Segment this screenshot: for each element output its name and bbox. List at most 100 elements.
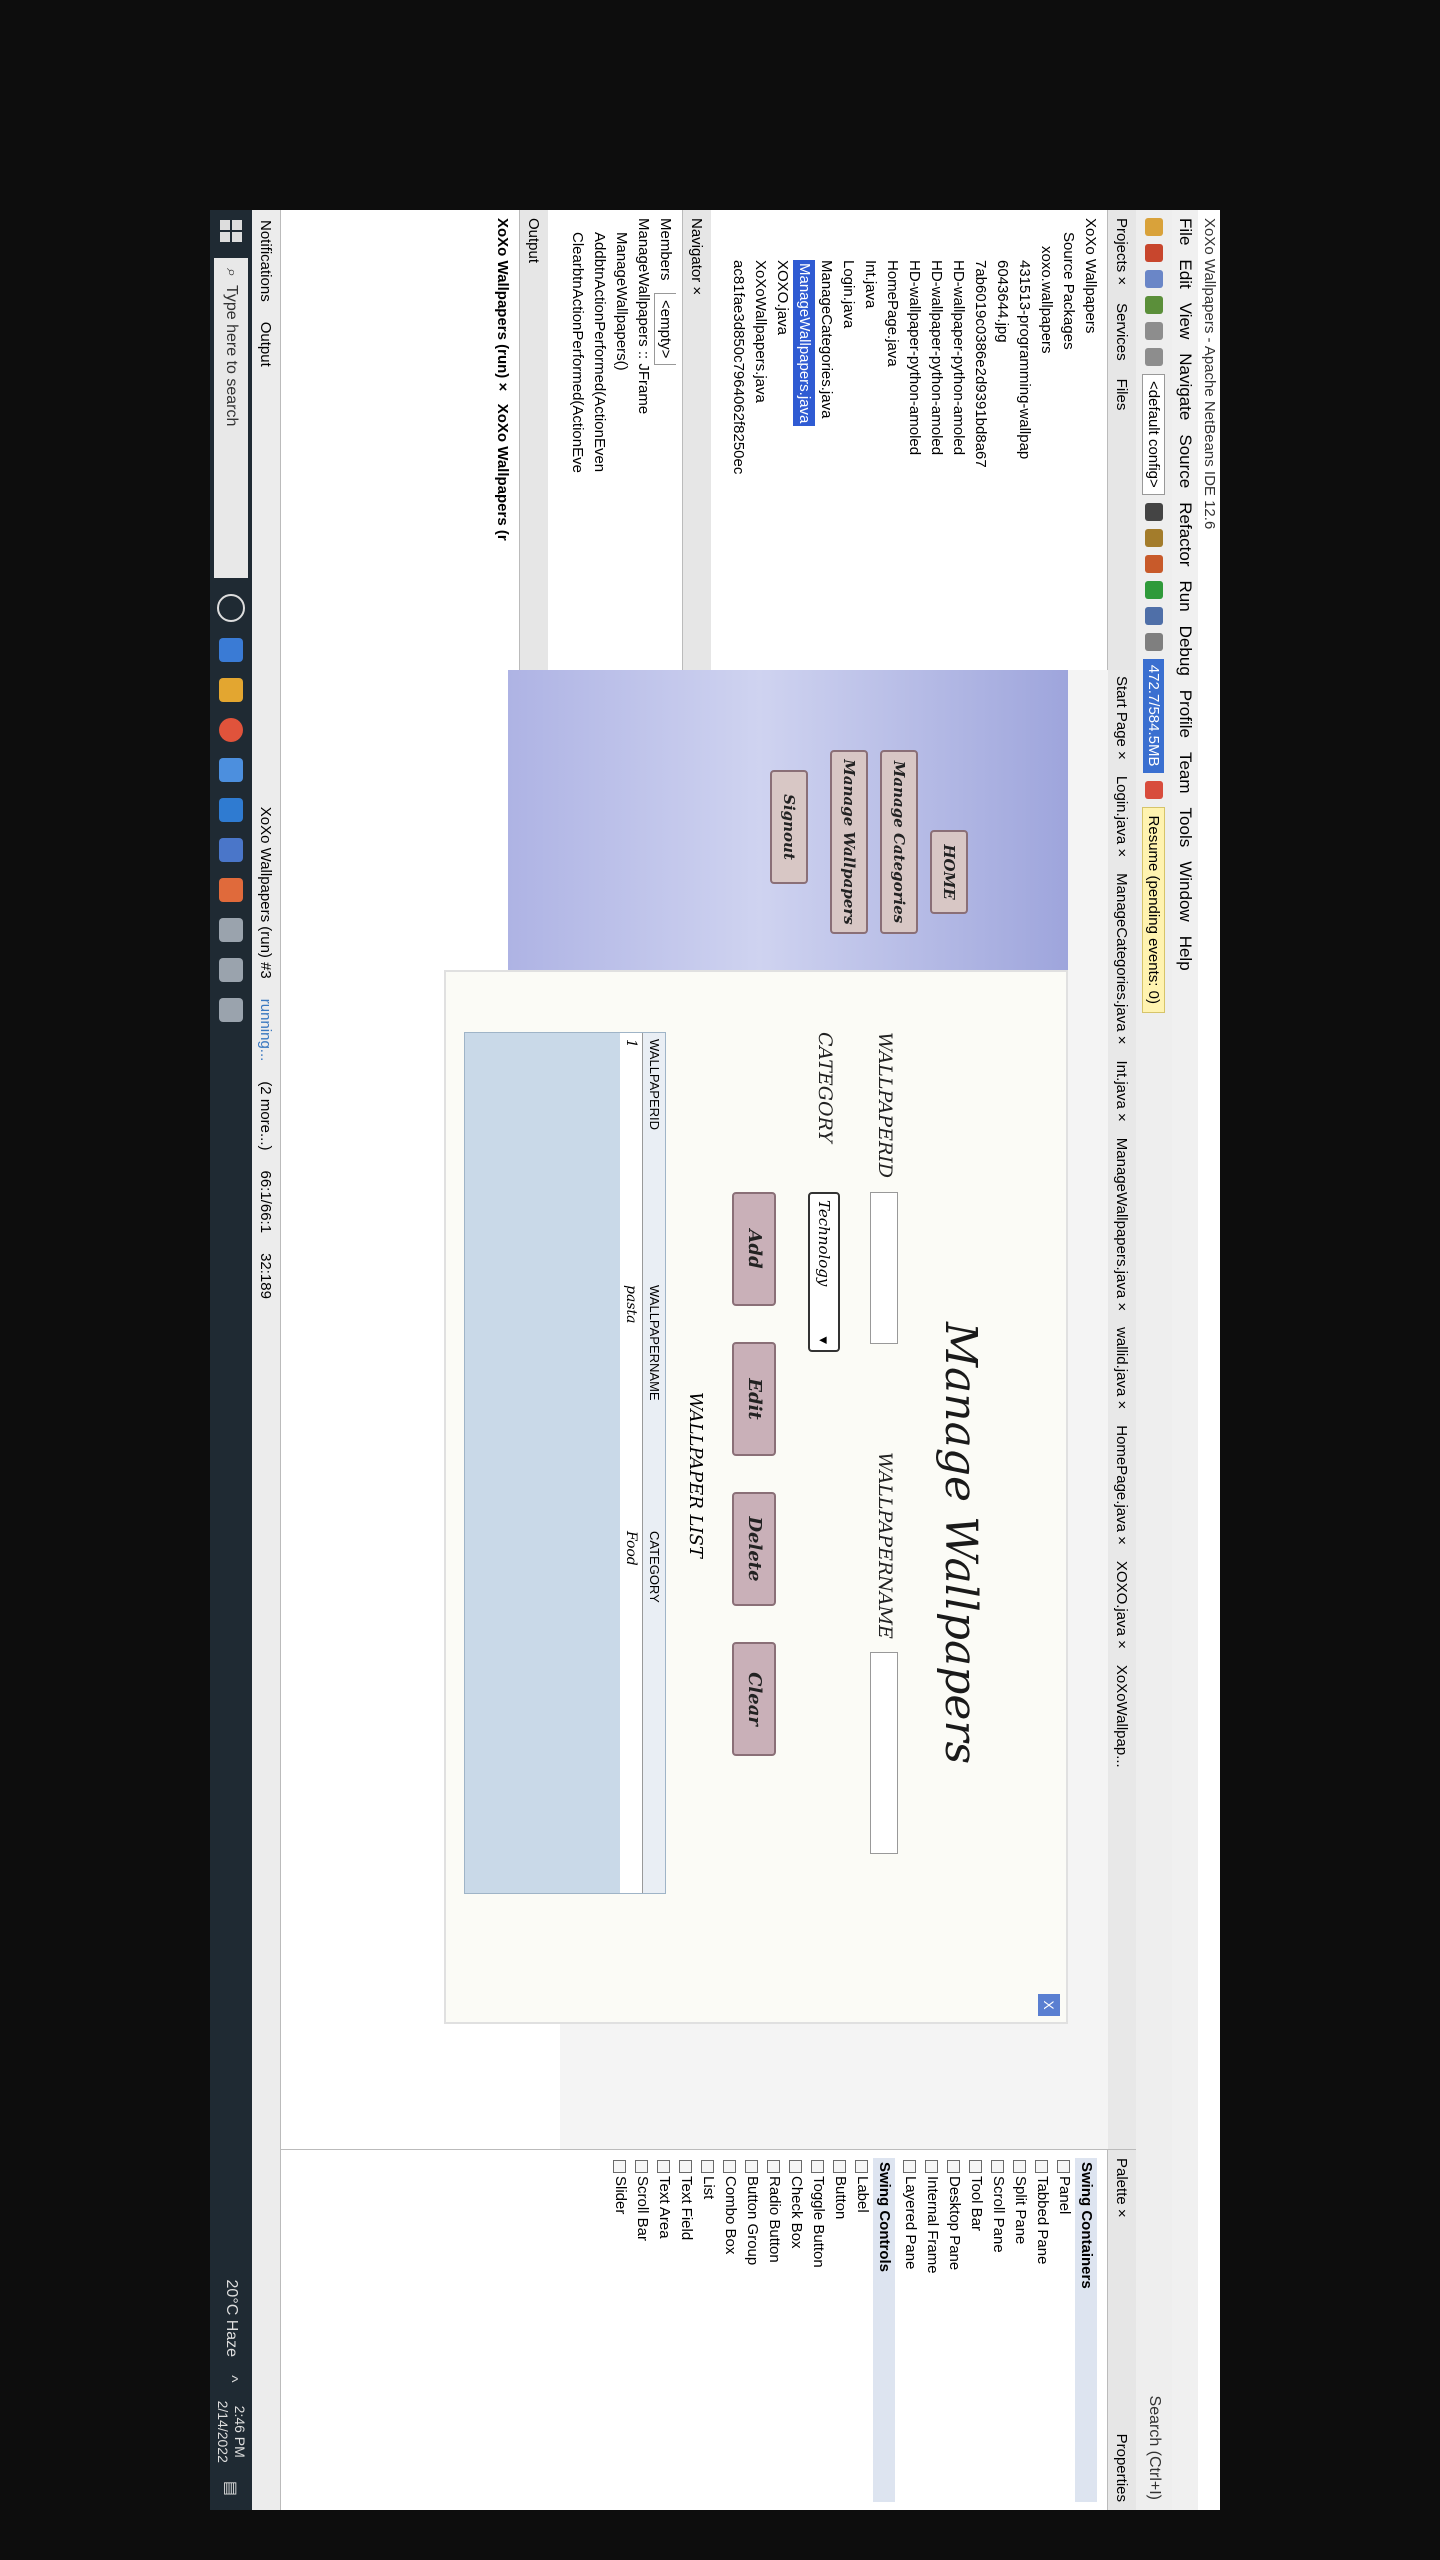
file-explorer-icon[interactable] [219, 678, 243, 702]
palette-item[interactable]: Combo Box [719, 2158, 741, 2502]
tab-projects[interactable]: Projects × [1114, 218, 1131, 285]
tree-item[interactable]: ManageCategories.java [815, 218, 837, 662]
menu-source[interactable]: Source [1172, 434, 1198, 488]
tab-manage-wallpapers[interactable]: ManageWallpapers.java × [1114, 1138, 1131, 1311]
add-button[interactable]: Add [732, 1192, 776, 1306]
palette-item[interactable]: Tabbed Pane [1031, 2158, 1053, 2502]
chevron-up-icon[interactable]: ^ [222, 2375, 240, 2383]
palette-item[interactable]: Split Pane [1009, 2158, 1031, 2502]
members-filter[interactable]: <empty> [654, 293, 676, 366]
signout-button[interactable]: Signout [770, 770, 808, 884]
navigator-item[interactable]: ManageWallpapers :: JFrame [632, 218, 654, 662]
palette-item[interactable]: Internal Frame [921, 2158, 943, 2502]
profile-icon[interactable] [1145, 632, 1163, 651]
tab-homepage[interactable]: HomePage.java × [1114, 1425, 1131, 1545]
store-icon[interactable] [219, 758, 243, 782]
edge-icon[interactable] [219, 638, 243, 662]
run-icon[interactable] [1145, 580, 1163, 599]
tab-xoxo[interactable]: XOXO.java × [1114, 1561, 1131, 1649]
palette-item[interactable]: Button [829, 2158, 851, 2502]
menu-file[interactable]: File [1172, 218, 1198, 245]
tab-files[interactable]: Files [1114, 379, 1131, 411]
tab-int[interactable]: Int.java × [1114, 1061, 1131, 1122]
new-project-icon[interactable] [1145, 218, 1163, 236]
tree-item[interactable]: Source Packages [1057, 218, 1079, 662]
tree-item[interactable]: XoXoWallpapers.java [749, 218, 771, 662]
taskbar-search[interactable]: ⌕ Type here to search [214, 258, 248, 578]
tree-item[interactable]: HD-wallpaper-python-amoled [903, 218, 925, 662]
palette-item[interactable]: Scroll Pane [987, 2158, 1009, 2502]
tree-item[interactable]: HD-wallpaper-python-amoled [925, 218, 947, 662]
weather-indicator[interactable]: 20°C Haze [222, 2280, 240, 2358]
home-button[interactable]: HOME [930, 830, 968, 914]
category-select[interactable]: Technology ▾ [808, 1192, 840, 1352]
tree-item[interactable]: HomePage.java [881, 218, 903, 662]
notifications-button[interactable]: Notifications [258, 220, 275, 302]
debug-icon[interactable] [1145, 606, 1163, 625]
mail-icon[interactable] [219, 798, 243, 822]
redo-icon[interactable] [1145, 348, 1163, 366]
palette-group[interactable]: Swing Containers [1075, 2158, 1097, 2502]
resume-button[interactable]: Resume (pending events: 0) [1142, 806, 1166, 1013]
tab-start-page[interactable]: Start Page × [1114, 676, 1131, 760]
chrome-icon[interactable] [219, 718, 243, 742]
undo-icon[interactable] [1145, 322, 1163, 340]
cortana-icon[interactable] [217, 594, 245, 622]
tab-manage-categories[interactable]: ManageCategories.java × [1114, 873, 1131, 1044]
palette-item[interactable]: List [697, 2158, 719, 2502]
menu-debug[interactable]: Debug [1172, 626, 1198, 676]
open-project-icon[interactable] [1145, 270, 1163, 288]
output-tab-run-2[interactable]: XoXo Wallpapers (r [494, 404, 511, 541]
menu-view[interactable]: View [1172, 303, 1198, 340]
target-icon[interactable] [1145, 502, 1163, 521]
new-file-icon[interactable] [1145, 244, 1163, 262]
notification-center-icon[interactable]: ▤ [221, 2481, 241, 2496]
menu-run[interactable]: Run [1172, 580, 1198, 611]
tab-navigator[interactable]: Navigator × [689, 218, 706, 295]
build-icon[interactable] [1145, 528, 1163, 547]
menu-help[interactable]: Help [1172, 936, 1198, 971]
palette-item[interactable]: Button Group [741, 2158, 763, 2502]
palette-item[interactable]: Check Box [785, 2158, 807, 2502]
palette-item[interactable]: Toggle Button [807, 2158, 829, 2502]
palette-item[interactable]: Scroll Bar [631, 2158, 653, 2502]
netbeans-icon[interactable] [219, 918, 243, 942]
wallpaper-table[interactable]: WALLPAPERID WALLPAPERNAME CATEGORY 1 pas… [464, 1032, 666, 1894]
tree-item[interactable]: 431513-programming-wallpap [1013, 218, 1035, 662]
menu-tools[interactable]: Tools [1172, 808, 1198, 848]
tree-item[interactable]: 7ab6019c0386e2d9391bd8a67 [969, 218, 991, 662]
palette-item[interactable]: Desktop Pane [943, 2158, 965, 2502]
palette-item[interactable]: Tool Bar [965, 2158, 987, 2502]
palette-item[interactable]: Text Area [653, 2158, 675, 2502]
java-icon[interactable] [219, 998, 243, 1022]
clear-button[interactable]: Clear [732, 1642, 776, 1756]
tab-wallid[interactable]: wallid.java × [1114, 1327, 1131, 1409]
ide-search[interactable]: Search (Ctrl+I) [1145, 2396, 1163, 2500]
palette-item[interactable]: Slider [609, 2158, 631, 2502]
palette-item[interactable]: Text Field [675, 2158, 697, 2502]
app-icon[interactable] [219, 838, 243, 862]
clean-build-icon[interactable] [1145, 554, 1163, 573]
tab-xoxowallpapers[interactable]: XoXoWallpap... [1114, 1665, 1131, 1768]
tree-item[interactable]: XOXO.java [771, 218, 793, 662]
tab-services[interactable]: Services [1114, 303, 1131, 361]
column-header[interactable]: WALLPAPERNAME [643, 1279, 665, 1525]
navigator-item[interactable]: AddbtnActionPerformed(ActionEven [588, 218, 610, 662]
palette-item[interactable]: Radio Button [763, 2158, 785, 2502]
navigator-item[interactable]: ManageWallpapers() [610, 218, 632, 662]
menu-edit[interactable]: Edit [1172, 259, 1198, 288]
palette-item[interactable]: Label [851, 2158, 873, 2502]
stop-icon[interactable] [1145, 780, 1163, 799]
save-all-icon[interactable] [1145, 296, 1163, 314]
menu-profile[interactable]: Profile [1172, 690, 1198, 738]
manage-categories-button[interactable]: Manage Categories [880, 750, 918, 934]
tree-item[interactable]: ac81fae3d850c7964062f8250ec [727, 218, 749, 662]
column-header[interactable]: CATEGORY [643, 1525, 665, 1771]
wallpaper-id-input[interactable] [870, 1192, 898, 1344]
config-select[interactable]: <default config> [1142, 374, 1166, 495]
palette-group[interactable]: Swing Controls [873, 2158, 895, 2502]
tab-palette[interactable]: Palette × [1114, 2158, 1131, 2218]
output-button[interactable]: Output [258, 322, 275, 367]
selected-file[interactable]: ManageWallpapers.java [793, 260, 815, 427]
menu-team[interactable]: Team [1172, 752, 1198, 794]
